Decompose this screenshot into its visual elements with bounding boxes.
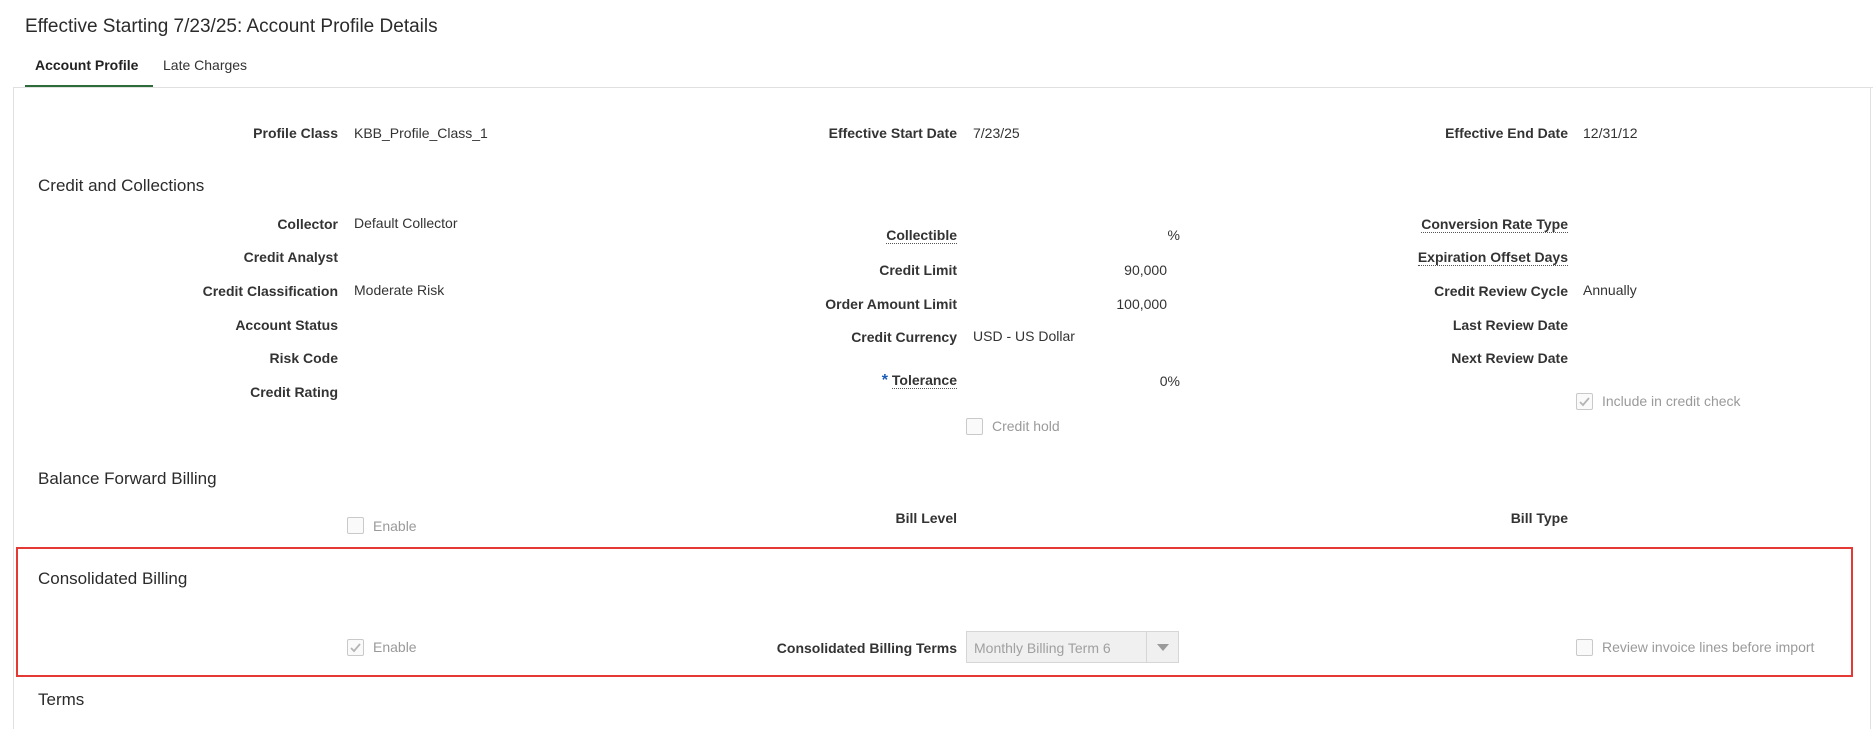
tab-account-profile[interactable]: Account Profile	[35, 57, 138, 87]
section-balance-forward-billing: Balance Forward Billing	[38, 469, 217, 488]
section-terms: Terms	[38, 690, 85, 709]
profile-class-value: KBB_Profile_Class_1	[354, 125, 488, 141]
consolidated-billing-terms-value: Monthly Billing Term 6	[974, 640, 1111, 656]
tab-late-charges[interactable]: Late Charges	[163, 57, 247, 87]
tolerance-label[interactable]: * Tolerance	[882, 372, 957, 390]
tolerance-value: 0%	[1159, 373, 1180, 389]
review-invoice-lines-label: Review invoice lines before import	[1602, 639, 1815, 655]
collectible-value: %	[1167, 227, 1180, 243]
credit-currency-label: Credit Currency	[851, 329, 957, 345]
tabs-divider	[13, 87, 1873, 88]
credit-analyst-label: Credit Analyst	[243, 249, 338, 265]
collector-label: Collector	[277, 216, 338, 232]
credit-hold-checkbox[interactable]	[966, 418, 983, 435]
last-review-date-label: Last Review Date	[1452, 317, 1568, 333]
dropdown-button[interactable]	[1146, 632, 1178, 662]
risk-code-label: Risk Code	[269, 350, 338, 366]
order-amount-limit-value: 100,000	[1116, 296, 1167, 312]
credit-rating-label: Credit Rating	[250, 384, 338, 400]
credit-limit-label: Credit Limit	[879, 262, 957, 278]
credit-classification-value: Moderate Risk	[354, 282, 445, 298]
effective-end-date-value: 12/31/12	[1583, 125, 1638, 141]
panel-border-right	[1870, 88, 1871, 729]
credit-classification-label: Credit Classification	[202, 283, 338, 299]
account-status-label: Account Status	[235, 317, 338, 333]
credit-limit-value: 90,000	[1124, 262, 1167, 278]
credit-review-cycle-label: Credit Review Cycle	[1434, 283, 1568, 299]
consolidated-enable-checkbox[interactable]	[347, 639, 364, 656]
collectible-label[interactable]: Collectible	[886, 227, 957, 244]
effective-start-date-label: Effective Start Date	[828, 125, 957, 141]
collector-value: Default Collector	[354, 215, 458, 231]
conversion-rate-type-label[interactable]: Conversion Rate Type	[1421, 216, 1568, 233]
next-review-date-label: Next Review Date	[1451, 350, 1568, 366]
balance-forward-enable-checkbox[interactable]	[347, 517, 364, 534]
effective-start-date-value: 7/23/25	[973, 125, 1020, 141]
consolidated-billing-highlight	[16, 547, 1853, 677]
order-amount-limit-label: Order Amount Limit	[825, 296, 957, 312]
section-consolidated-billing: Consolidated Billing	[38, 569, 188, 588]
include-credit-check-checkbox[interactable]	[1576, 393, 1593, 410]
page-title: Effective Starting 7/23/25: Account Prof…	[25, 16, 438, 37]
expiration-offset-days-label[interactable]: Expiration Offset Days	[1417, 249, 1568, 266]
checkmark-icon	[350, 643, 361, 653]
consolidated-enable-label: Enable	[373, 639, 417, 655]
bill-level-label: Bill Level	[895, 510, 957, 526]
consolidated-billing-terms-label: Consolidated Billing Terms	[776, 640, 957, 656]
credit-hold-label: Credit hold	[992, 418, 1060, 434]
required-indicator: *	[881, 372, 888, 389]
balance-forward-enable-label: Enable	[373, 518, 417, 534]
effective-end-date-label: Effective End Date	[1445, 125, 1568, 141]
consolidated-billing-terms-select[interactable]: Monthly Billing Term 6	[966, 631, 1179, 663]
profile-class-label: Profile Class	[253, 125, 338, 141]
checkmark-icon	[1579, 397, 1590, 407]
credit-currency-value: USD - US Dollar	[973, 328, 1075, 344]
section-credit-collections: Credit and Collections	[38, 176, 205, 195]
bill-type-label: Bill Type	[1510, 510, 1568, 526]
credit-review-cycle-value: Annually	[1583, 282, 1637, 298]
review-invoice-lines-checkbox[interactable]	[1576, 639, 1593, 656]
chevron-down-icon	[1157, 644, 1169, 651]
panel-border-left	[13, 88, 14, 729]
include-credit-check-label: Include in credit check	[1602, 393, 1741, 409]
